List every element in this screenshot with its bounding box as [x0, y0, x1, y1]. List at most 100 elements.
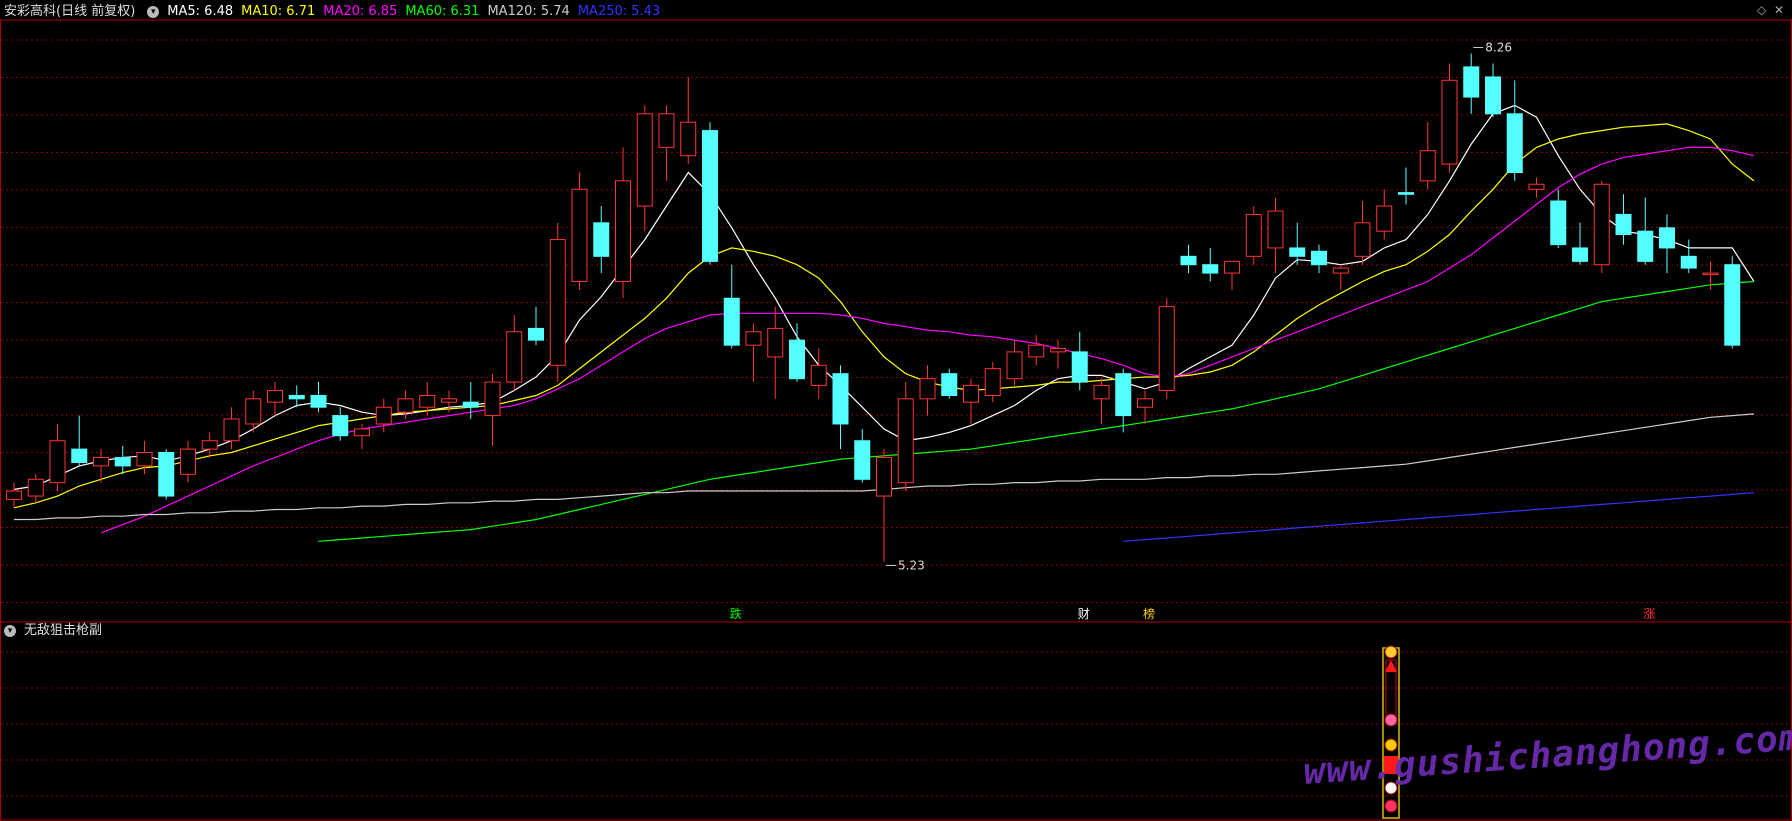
- candle-body: [1354, 222, 1371, 257]
- signal-icon: [1384, 799, 1398, 813]
- candle-body: [288, 394, 305, 400]
- candle-body: [375, 406, 392, 425]
- ma-label: MA5: 6.48: [167, 4, 234, 19]
- candle-body: [441, 398, 457, 403]
- candle-body: [615, 180, 631, 282]
- candle-body: [27, 478, 44, 497]
- signal-icon: [1384, 713, 1398, 727]
- candle-body: [354, 428, 370, 437]
- close-icon[interactable]: ✕: [1774, 3, 1784, 17]
- candle-body: [723, 297, 740, 346]
- ma-label: MA60: 6.31: [405, 4, 480, 19]
- ma-legend: MA5: 6.48 MA10: 6.71 MA20: 6.85 MA60: 6.31 M…: [167, 2, 668, 22]
- candle-body: [1572, 247, 1588, 262]
- candle-body: [484, 381, 501, 417]
- signal-marker: 跌: [730, 606, 742, 621]
- candle-body: [1441, 79, 1458, 165]
- chevron-down-icon[interactable]: ▾: [147, 6, 160, 18]
- candle-body: [136, 451, 153, 467]
- candle-body: [919, 378, 936, 400]
- stock-title: 安彩高科(日线 前复权): [4, 4, 136, 19]
- ma-label: MA120: 5.74: [487, 4, 570, 19]
- diamond-icon[interactable]: ◇: [1757, 3, 1766, 17]
- triangle-up-icon: [1385, 660, 1397, 672]
- candle-body: [941, 373, 958, 396]
- candle-body: [49, 440, 66, 484]
- candle-body: [1463, 66, 1480, 98]
- chevron-down-icon[interactable]: ▾: [4, 625, 16, 637]
- candle-body: [1311, 250, 1327, 266]
- candle-body: [636, 113, 653, 207]
- candle-body: [1267, 210, 1284, 249]
- chart-canvas[interactable]: 8.26 5.23 跌 财 榜 涨: [0, 0, 1792, 821]
- price-annotation: 8.26: [1485, 40, 1512, 54]
- ma-label: MA10: 6.71: [241, 4, 316, 19]
- candle-body: [1702, 272, 1719, 276]
- candle-body: [1137, 398, 1153, 408]
- signal-marker: 涨: [1643, 606, 1655, 621]
- candle-body: [1028, 344, 1045, 358]
- candle-body: [1050, 348, 1066, 353]
- candle-body: [93, 457, 109, 467]
- candle-body: [1528, 183, 1545, 190]
- main-header: 安彩高科(日线 前复权) ▾ MA5: 6.48 MA10: 6.71 MA20: …: [0, 2, 676, 22]
- candle-body: [419, 394, 436, 408]
- candle-body: [158, 451, 175, 497]
- candle-body: [332, 415, 349, 437]
- candle-body: [1680, 255, 1697, 269]
- candle-body: [810, 364, 827, 386]
- candle-body: [1202, 264, 1219, 274]
- ma-label: MA20: 6.85: [323, 4, 398, 19]
- sub-header: ▾ 无敌狙击枪副: [0, 621, 110, 641]
- candle-body: [1093, 384, 1110, 400]
- candle-body: [549, 239, 566, 366]
- candle-body: [506, 331, 523, 383]
- signal-marker: 榜: [1143, 606, 1155, 621]
- candle-body: [223, 418, 240, 442]
- candle-body: [789, 339, 805, 380]
- candle-body: [1071, 351, 1088, 383]
- signal-icon: [1384, 645, 1398, 659]
- candle-body: [897, 398, 914, 484]
- candle-body: [593, 222, 610, 257]
- candle-body: [1289, 247, 1306, 257]
- candle-body: [680, 121, 697, 157]
- ma-label: MA250: 5.43: [577, 4, 661, 19]
- candle-body: [832, 373, 849, 425]
- candle-body: [767, 327, 784, 358]
- candle-body: [1006, 351, 1023, 380]
- ma-line-ma250: [1123, 492, 1755, 542]
- candle-body: [267, 389, 283, 403]
- candle-body: [180, 448, 196, 475]
- candle-body: [397, 398, 414, 413]
- sub-panel-title: 无敌狙击枪副: [24, 623, 103, 638]
- candle-body: [702, 130, 718, 262]
- candle-body: [310, 394, 327, 408]
- candle-body: [1615, 213, 1632, 236]
- candle-body: [1485, 76, 1501, 115]
- candle-body: [745, 331, 762, 346]
- candle-body: [1115, 373, 1132, 417]
- candle-body: [462, 401, 479, 408]
- candle-body: [1637, 230, 1654, 262]
- candle-body: [1419, 150, 1436, 182]
- candle-body: [1398, 192, 1414, 195]
- candle-body: [1245, 213, 1262, 257]
- candle-body: [984, 368, 1001, 396]
- candle-body: [201, 440, 218, 450]
- candle-body: [114, 457, 131, 467]
- candle-body: [1506, 113, 1523, 174]
- candle-body: [876, 457, 892, 497]
- candle-body: [1224, 260, 1240, 274]
- signal-marker: 财: [1078, 607, 1090, 621]
- candle-body: [1550, 200, 1567, 246]
- ma-line-ma60: [318, 280, 1755, 542]
- candle-body: [1332, 267, 1349, 274]
- candle-body: [1180, 255, 1197, 266]
- candle-body: [963, 384, 979, 403]
- candle-body: [1724, 264, 1741, 346]
- candle-body: [1158, 306, 1175, 391]
- candle-body: [6, 490, 22, 500]
- candle-body: [71, 448, 88, 464]
- ma-line-ma5: [13, 104, 1755, 490]
